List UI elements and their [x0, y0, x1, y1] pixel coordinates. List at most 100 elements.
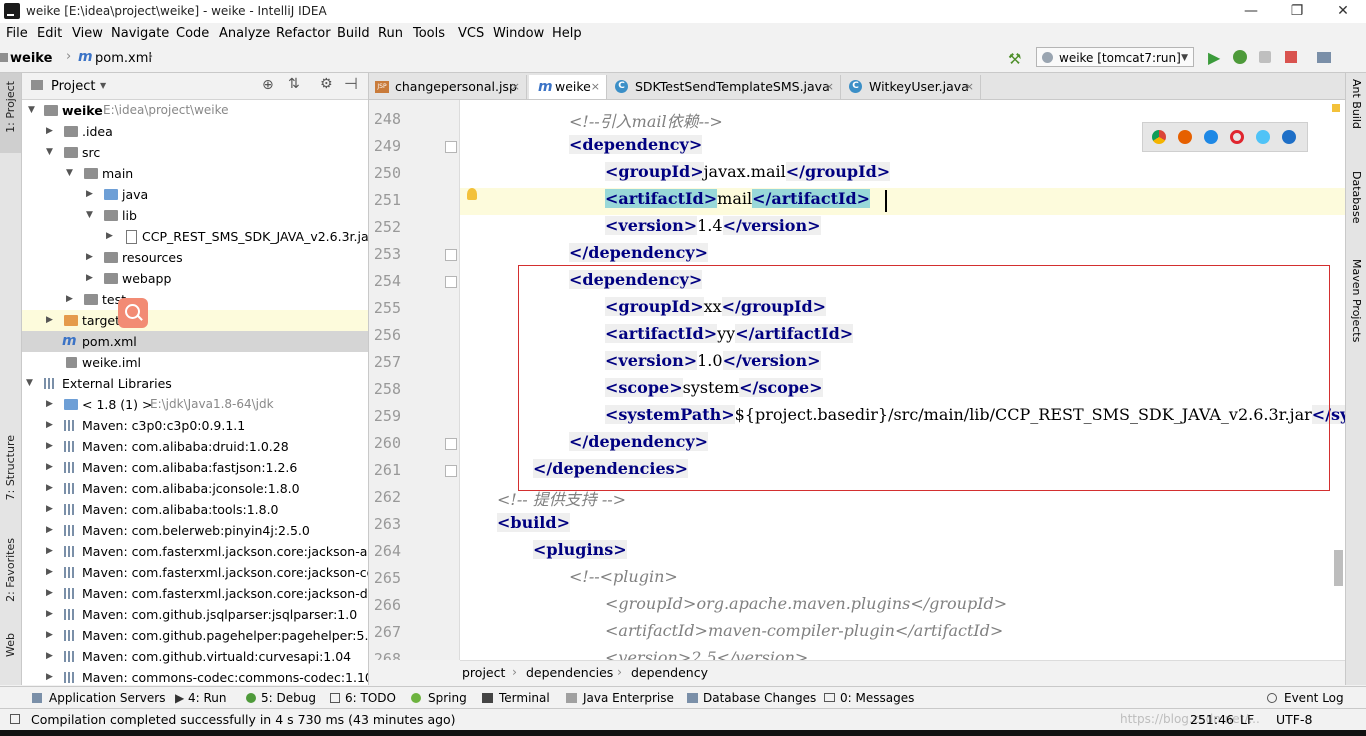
- tree-item-library[interactable]: ▶ Maven: com.alibaba:fastjson:1.2.6: [22, 457, 368, 478]
- tool-tab-terminal[interactable]: Terminal: [499, 691, 550, 705]
- tool-tab-event-log[interactable]: Event Log: [1284, 691, 1344, 705]
- menu-view[interactable]: View: [72, 26, 103, 41]
- opera-icon[interactable]: [1230, 130, 1244, 144]
- tool-tab-database-changes[interactable]: Database Changes: [703, 691, 816, 705]
- menu-analyze[interactable]: Analyze: [219, 26, 270, 41]
- tree-item-library[interactable]: ▶ Maven: commons-codec:commons-codec:1.1…: [22, 667, 368, 685]
- breadcrumb-dependencies-tag[interactable]: dependencies: [526, 665, 613, 680]
- line-separator[interactable]: LF: [1240, 712, 1254, 727]
- run-config-select[interactable]: weike [tomcat7:run] ▼: [1036, 47, 1194, 67]
- tree-item-idea[interactable]: ▶ .idea: [22, 121, 368, 142]
- web-tool-button[interactable]: Web: [4, 633, 17, 657]
- collapsed-arrow-icon[interactable]: ▶: [46, 520, 53, 541]
- breadcrumb-file[interactable]: pom.xml: [95, 51, 152, 66]
- edge-icon[interactable]: [1282, 130, 1296, 144]
- collapsed-arrow-icon[interactable]: ▶: [66, 289, 73, 310]
- gear-icon[interactable]: ⚙: [320, 76, 333, 92]
- tree-item-resources[interactable]: ▶ resources: [22, 247, 368, 268]
- tree-item-jar[interactable]: ▶ CCP_REST_SMS_SDK_JAVA_v2.6.3r.jar: [22, 226, 368, 247]
- structure-tool-button[interactable]: 7: Structure: [4, 435, 17, 500]
- tree-item-src[interactable]: ▼ src: [22, 142, 368, 163]
- debug-icon[interactable]: [1233, 50, 1247, 64]
- tab-sdktestsendtemplatesms[interactable]: C SDKTestSendTemplateSMS.java ×: [609, 75, 841, 99]
- tree-item-iml[interactable]: weike.iml: [22, 352, 368, 373]
- tab-changepersonal-jsp[interactable]: JSP changepersonal.jsp ×: [369, 75, 527, 99]
- tree-item-pom[interactable]: m pom.xml: [22, 331, 368, 352]
- collapsed-arrow-icon[interactable]: ▶: [86, 184, 93, 205]
- fold-marker-icon[interactable]: [445, 249, 457, 261]
- tree-item-java[interactable]: ▶ java: [22, 184, 368, 205]
- collapsed-arrow-icon[interactable]: ▶: [46, 121, 53, 142]
- tree-item-library[interactable]: ▶ Maven: com.github.jsqlparser:jsqlparse…: [22, 604, 368, 625]
- close-icon[interactable]: ×: [591, 75, 600, 99]
- close-icon[interactable]: ×: [511, 75, 520, 99]
- code-line[interactable]: <groupId>javax.mail</groupId>: [605, 162, 891, 181]
- tree-item-library[interactable]: ▶ Maven: com.github.pagehelper:pagehelpe…: [22, 625, 368, 646]
- file-encoding[interactable]: UTF-8: [1276, 712, 1312, 727]
- tab-weike[interactable]: m weike ×: [529, 75, 607, 99]
- tree-item-target[interactable]: ▶ target: [22, 310, 368, 331]
- tree-item-webapp[interactable]: ▶ webapp: [22, 268, 368, 289]
- menu-vcs[interactable]: VCS: [458, 26, 484, 41]
- tool-tab-run[interactable]: 4: Run: [188, 691, 227, 705]
- collapsed-arrow-icon[interactable]: ▶: [46, 394, 53, 415]
- tree-item-library[interactable]: ▶ Maven: com.fasterxml.jackson.core:jack…: [22, 541, 368, 562]
- tool-tab-debug[interactable]: 5: Debug: [261, 691, 316, 705]
- expand-arrow-icon[interactable]: ▼: [66, 163, 73, 184]
- maven-projects-tool-button[interactable]: Maven Projects: [1350, 259, 1363, 342]
- close-icon[interactable]: ×: [825, 75, 834, 99]
- inspection-status-icon[interactable]: [1332, 104, 1340, 112]
- minimize-button[interactable]: —: [1228, 0, 1274, 23]
- search-overlay-icon[interactable]: [118, 298, 148, 328]
- caret-position[interactable]: 251:46: [1190, 712, 1234, 727]
- close-button[interactable]: ✕: [1320, 0, 1366, 23]
- stop-icon[interactable]: [1285, 51, 1297, 63]
- safari-icon[interactable]: [1204, 130, 1218, 144]
- intention-bulb-icon[interactable]: [467, 188, 477, 200]
- project-structure-icon[interactable]: [1317, 52, 1331, 63]
- tool-tab-spring[interactable]: Spring: [428, 691, 467, 705]
- tool-tab-messages[interactable]: 0: Messages: [840, 691, 914, 705]
- ant-build-tool-button[interactable]: Ant Build: [1350, 79, 1363, 129]
- fold-marker-icon[interactable]: [445, 276, 457, 288]
- locate-icon[interactable]: ⊕: [262, 77, 274, 93]
- run-icon[interactable]: ▶: [1208, 48, 1220, 67]
- code-line[interactable]: <plugins>: [533, 540, 627, 559]
- chrome-icon[interactable]: [1152, 130, 1166, 144]
- expand-arrow-icon[interactable]: ▼: [28, 100, 35, 121]
- collapsed-arrow-icon[interactable]: ▶: [46, 499, 53, 520]
- menu-tools[interactable]: Tools: [413, 26, 445, 41]
- menu-navigate[interactable]: Navigate: [111, 26, 169, 41]
- chevron-down-icon[interactable]: ▼: [100, 81, 106, 90]
- collapsed-arrow-icon[interactable]: ▶: [46, 562, 53, 583]
- coverage-icon[interactable]: [1259, 51, 1271, 63]
- breadcrumb-project-tag[interactable]: project: [462, 665, 505, 680]
- collapsed-arrow-icon[interactable]: ▶: [46, 541, 53, 562]
- tree-item-lib[interactable]: ▼ lib: [22, 205, 368, 226]
- close-icon[interactable]: ×: [965, 75, 974, 99]
- collapsed-arrow-icon[interactable]: ▶: [46, 625, 53, 646]
- menu-run[interactable]: Run: [378, 26, 403, 41]
- project-view-select[interactable]: Project: [51, 79, 95, 94]
- tool-tab-todo[interactable]: 6: TODO: [345, 691, 396, 705]
- code-line[interactable]: <build>: [497, 513, 570, 532]
- code-line[interactable]: <artifactId>mail</artifactId>: [605, 189, 871, 208]
- tree-item-library[interactable]: ▶ Maven: com.fasterxml.jackson.core:jack…: [22, 583, 368, 604]
- code-line[interactable]: <groupId>org.apache.maven.plugins</group…: [605, 594, 1007, 613]
- collapsed-arrow-icon[interactable]: ▶: [86, 247, 93, 268]
- expand-arrow-icon[interactable]: ▼: [26, 373, 33, 394]
- collapsed-arrow-icon[interactable]: ▶: [106, 226, 113, 247]
- menu-code[interactable]: Code: [176, 26, 209, 41]
- menu-build[interactable]: Build: [337, 26, 370, 41]
- menu-refactor[interactable]: Refactor: [276, 26, 331, 41]
- ie-icon[interactable]: [1256, 130, 1270, 144]
- fold-marker-icon[interactable]: [445, 438, 457, 450]
- tree-item-library[interactable]: ▶ Maven: com.alibaba:druid:1.0.28: [22, 436, 368, 457]
- code-line[interactable]: <artifactId>maven-compiler-plugin</artif…: [605, 621, 1003, 640]
- hide-panel-icon[interactable]: ⊣: [344, 74, 358, 93]
- tool-tab-java-enterprise[interactable]: Java Enterprise: [583, 691, 674, 705]
- collapsed-arrow-icon[interactable]: ▶: [86, 268, 93, 289]
- collapsed-arrow-icon[interactable]: ▶: [46, 604, 53, 625]
- menu-help[interactable]: Help: [552, 26, 582, 41]
- collapsed-arrow-icon[interactable]: ▶: [46, 646, 53, 667]
